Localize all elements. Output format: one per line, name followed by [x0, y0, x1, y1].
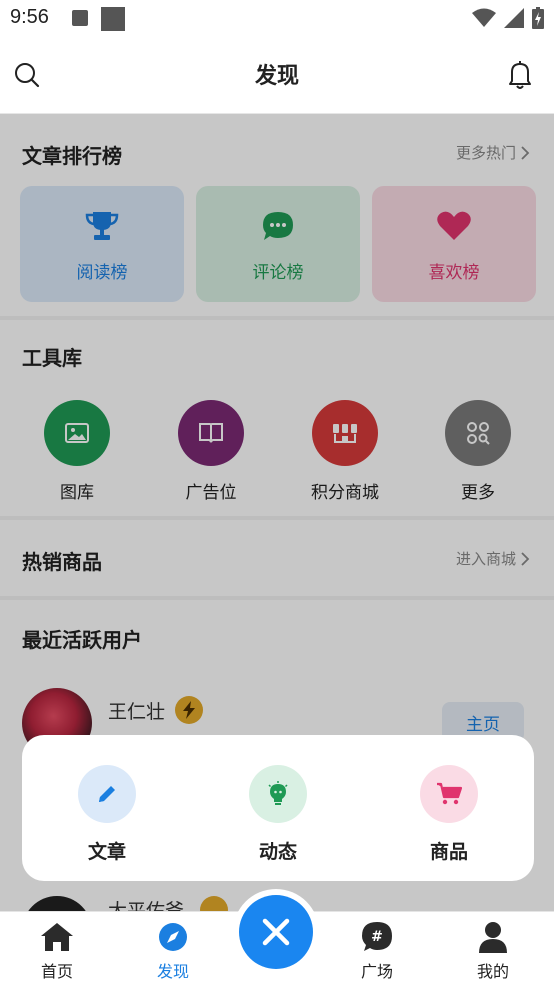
compass-icon [118, 920, 228, 954]
status-bar: 9:56 [0, 0, 554, 38]
nav-discover[interactable]: 发现 [118, 920, 228, 982]
option-label: 动态 [258, 841, 297, 863]
publish-popup: 文章 动态 商品 [22, 735, 534, 881]
wifi-icon [472, 8, 496, 27]
nav-label: 首页 [40, 962, 73, 981]
publish-moment-option[interactable]: 动态 [218, 765, 338, 864]
nav-home[interactable]: 首页 [2, 920, 112, 982]
close-icon [262, 918, 290, 946]
status-time: 9:56 [10, 6, 49, 28]
nav-label: 广场 [360, 962, 393, 981]
publish-article-option[interactable]: 文章 [47, 765, 167, 864]
nav-label: 我的 [476, 962, 509, 981]
notification-square-icon [101, 7, 125, 31]
svg-text:#: # [371, 929, 383, 945]
nav-label: 发现 [156, 962, 189, 981]
nav-square[interactable]: # 广场 [322, 920, 432, 982]
publish-goods-option[interactable]: 商品 [389, 765, 509, 864]
option-label: 商品 [429, 841, 468, 863]
home-icon [2, 920, 112, 954]
notification-a-icon [72, 10, 88, 26]
option-label: 文章 [87, 841, 126, 863]
person-icon [438, 920, 548, 954]
bulb-icon [249, 765, 307, 823]
page-title: 发现 [254, 64, 299, 89]
cart-icon [420, 765, 478, 823]
hashtag-icon: # [322, 920, 432, 954]
close-publish-button[interactable] [239, 895, 313, 969]
battery-icon [532, 7, 544, 29]
pen-icon [78, 765, 136, 823]
app-header: 发现 [0, 38, 554, 114]
signal-icon [504, 8, 524, 28]
nav-mine[interactable]: 我的 [438, 920, 548, 982]
bell-icon[interactable] [508, 60, 532, 94]
